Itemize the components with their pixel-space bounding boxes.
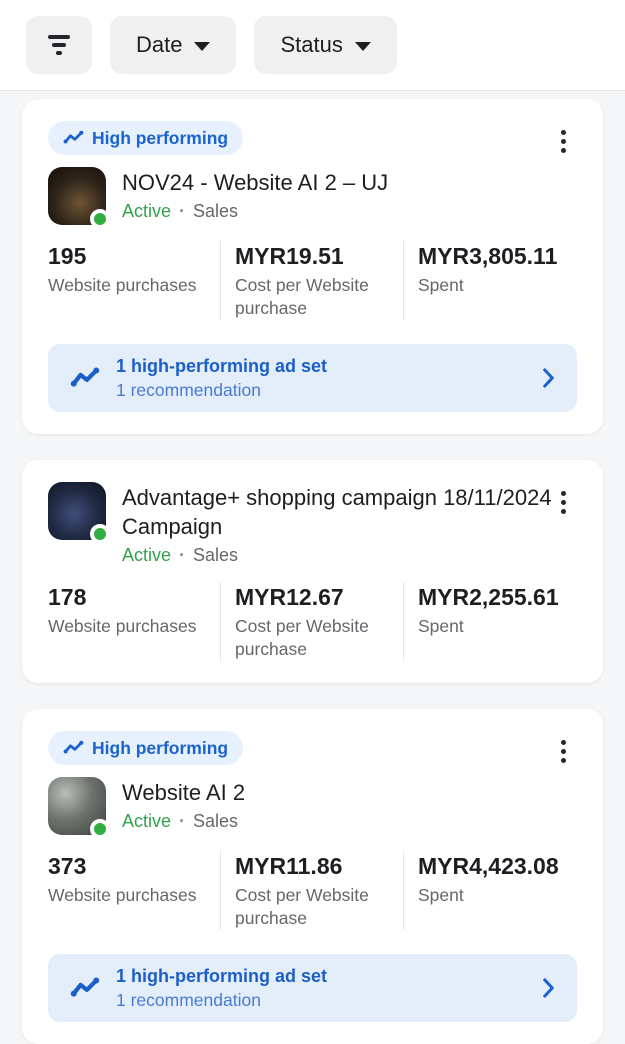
metric-label: Spent [418,884,563,907]
metric-website-purchases: 178 Website purchases [48,582,220,661]
recommendation-subtitle: 1 recommendation [116,379,526,401]
status-separator: · [179,201,185,222]
metric-label: Website purchases [48,884,206,907]
badge-label: High performing [92,738,228,759]
campaign-list: High performing NOV24 - Website AI 2 – U… [0,91,625,1044]
campaign-thumbnail [48,167,106,225]
metric-value: MYR19.51 [235,241,389,271]
metric-value: 178 [48,582,206,612]
metrics-row: 373 Website purchases MYR11.86 Cost per … [48,851,577,930]
metrics-row: 195 Website purchases MYR19.51 Cost per … [48,241,577,320]
metric-value: MYR11.86 [235,851,389,881]
recommendation-subtitle: 1 recommendation [116,989,526,1011]
filter-toolbar: Date Status [0,0,625,91]
metric-value: MYR2,255.61 [418,582,563,612]
high-performing-badge: High performing [48,121,243,155]
campaign-title: Advantage+ shopping campaign 18/11/2024 … [122,483,562,541]
chevron-down-icon [194,42,210,51]
date-filter-label: Date [136,32,182,58]
objective-text: Sales [193,545,238,566]
recommendation-banner[interactable]: 1 high-performing ad set 1 recommendatio… [48,344,577,412]
status-separator: · [179,545,185,566]
metric-value: 373 [48,851,206,881]
metric-label: Spent [418,615,563,638]
metric-value: 195 [48,241,206,271]
metric-label: Cost per Website purchase [235,884,389,930]
metric-spent: MYR3,805.11 Spent [403,241,577,320]
status-separator: · [179,811,185,832]
metric-label: Website purchases [48,274,206,297]
metric-label: Cost per Website purchase [235,274,389,320]
recommendation-banner[interactable]: 1 high-performing ad set 1 recommendatio… [48,954,577,1022]
status-text: Active [122,811,171,832]
metric-cost-per-purchase: MYR19.51 Cost per Website purchase [220,241,403,320]
metrics-row: 178 Website purchases MYR12.67 Cost per … [48,582,577,661]
trend-zigzag-icon [70,976,100,1000]
filter-lines-icon [48,35,70,55]
metric-cost-per-purchase: MYR11.86 Cost per Website purchase [220,851,403,930]
metric-spent: MYR2,255.61 Spent [403,582,577,661]
campaign-thumbnail [48,777,106,835]
chevron-down-icon [355,42,371,51]
trend-zigzag-icon [63,130,84,146]
status-text: Active [122,545,171,566]
trend-zigzag-icon [63,740,84,756]
active-status-dot [90,524,110,544]
campaign-card[interactable]: High performing Website AI 2 Active · Sa… [22,709,603,1044]
badge-label: High performing [92,128,228,149]
metric-website-purchases: 373 Website purchases [48,851,220,930]
status-filter-label: Status [280,32,342,58]
campaign-thumbnail [48,482,106,540]
metric-website-purchases: 195 Website purchases [48,241,220,320]
recommendation-title: 1 high-performing ad set [116,355,526,378]
status-text: Active [122,201,171,222]
metric-value: MYR4,423.08 [418,851,563,881]
metric-value: MYR12.67 [235,582,389,612]
metric-cost-per-purchase: MYR12.67 Cost per Website purchase [220,582,403,661]
objective-text: Sales [193,811,238,832]
metric-value: MYR3,805.11 [418,241,563,271]
chevron-right-icon [542,367,555,389]
campaign-title: Website AI 2 [122,778,245,807]
date-filter-button[interactable]: Date [110,16,236,74]
more-options-button[interactable] [543,482,583,522]
chevron-right-icon [542,977,555,999]
metric-label: Website purchases [48,615,206,638]
campaign-title: NOV24 - Website AI 2 – UJ [122,168,388,197]
metric-label: Spent [418,274,563,297]
metric-label: Cost per Website purchase [235,615,389,661]
campaign-card[interactable]: High performing NOV24 - Website AI 2 – U… [22,99,603,434]
objective-text: Sales [193,201,238,222]
trend-zigzag-icon [70,366,100,390]
more-options-button[interactable] [543,731,583,771]
more-options-button[interactable] [543,121,583,161]
metric-spent: MYR4,423.08 Spent [403,851,577,930]
high-performing-badge: High performing [48,731,243,765]
campaign-card[interactable]: Advantage+ shopping campaign 18/11/2024 … [22,460,603,683]
active-status-dot [90,819,110,839]
active-status-dot [90,209,110,229]
recommendation-title: 1 high-performing ad set [116,965,526,988]
status-filter-button[interactable]: Status [254,16,396,74]
filter-button[interactable] [26,16,92,74]
